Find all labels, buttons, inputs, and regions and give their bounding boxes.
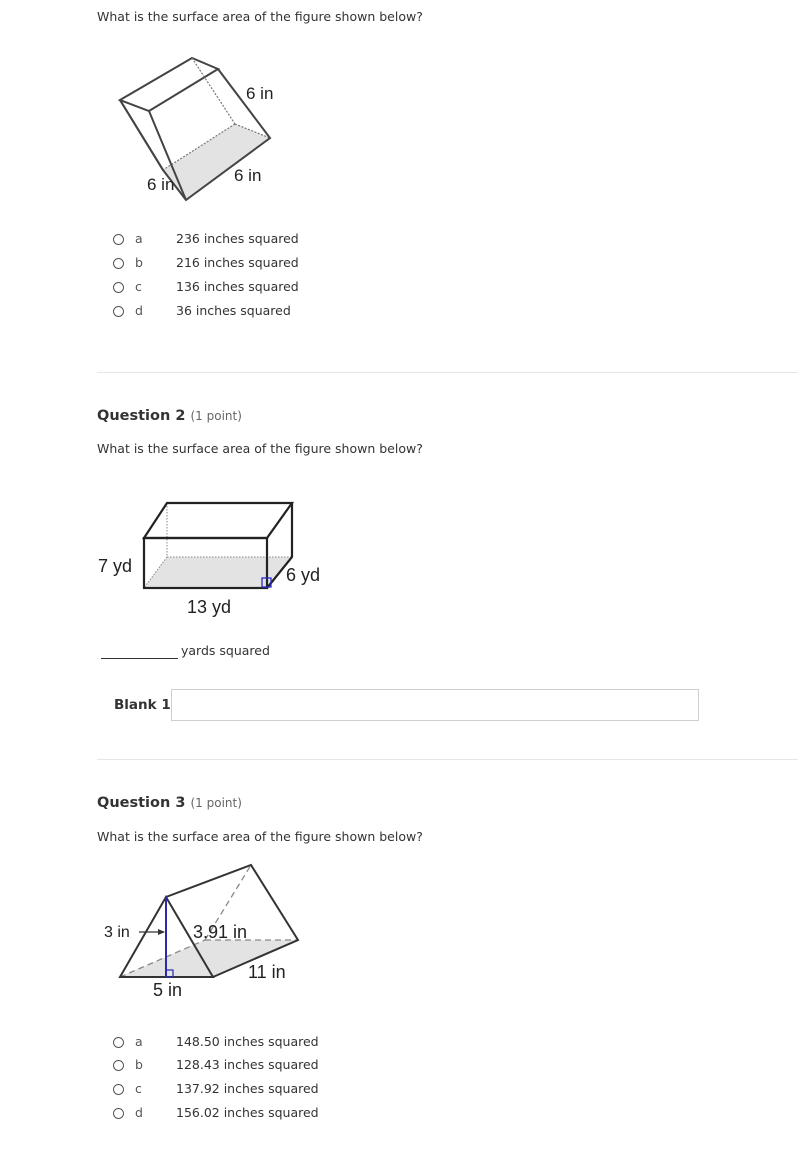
cube-label-right: 6 in — [246, 84, 273, 103]
option-c[interactable]: c 137.92 inches squared — [113, 1079, 319, 1099]
height-label: 3 in — [104, 924, 130, 941]
question-divider — [97, 759, 798, 760]
length-label: 11 in — [248, 962, 286, 982]
question-number: Question 3 — [97, 795, 186, 811]
option-letter: d — [135, 303, 143, 318]
triangular-prism-figure: 3 in 3.91 in 5 in 11 in — [104, 863, 300, 1000]
option-letter: a — [135, 1034, 143, 1049]
option-text: 216 inches squared — [176, 255, 299, 270]
question-points: (1 point) — [190, 409, 242, 423]
radio-button[interactable] — [113, 1083, 124, 1095]
option-text: 137.92 inches squared — [176, 1081, 319, 1096]
cube-figure: 6 in 6 in 6 in — [117, 56, 273, 202]
option-c[interactable]: c 136 inches squared — [113, 277, 299, 297]
option-letter: a — [135, 231, 143, 246]
option-text: 128.43 inches squared — [176, 1057, 319, 1072]
question-number: Question 2 — [97, 408, 186, 424]
option-text: 36 inches squared — [176, 303, 291, 318]
option-b[interactable]: b 128.43 inches squared — [113, 1055, 319, 1075]
width-label: 6 yd — [286, 565, 320, 585]
question-prompt: What is the surface area of the figure s… — [97, 829, 423, 844]
question-points: (1 point) — [190, 796, 242, 810]
option-text: 148.50 inches squared — [176, 1034, 319, 1049]
option-letter: b — [135, 1057, 143, 1072]
radio-button[interactable] — [113, 1036, 124, 1048]
radio-button[interactable] — [113, 281, 124, 293]
arrow-head — [158, 929, 165, 935]
radio-button[interactable] — [113, 257, 124, 269]
radio-button[interactable] — [113, 1059, 124, 1071]
radio-button[interactable] — [113, 233, 124, 245]
option-text: 156.02 inches squared — [176, 1105, 319, 1120]
option-d[interactable]: d 156.02 inches squared — [113, 1103, 319, 1123]
prism-top-face — [141, 501, 295, 540]
blank-1-label: Blank 1: — [114, 697, 177, 713]
question-title: Question 3 (1 point) — [97, 795, 242, 811]
blank-underline — [101, 658, 178, 659]
rectangular-prism-figure: 7 yd 13 yd 6 yd — [98, 501, 320, 617]
question-divider — [97, 372, 798, 373]
height-label: 7 yd — [98, 556, 132, 576]
option-text: 136 inches squared — [176, 279, 299, 294]
question-prompt: What is the surface area of the figure s… — [97, 441, 423, 456]
cube-left-edge — [119, 99, 164, 171]
option-letter: b — [135, 255, 143, 270]
question-title: Question 2 (1 point) — [97, 408, 242, 424]
cube-top-face — [117, 56, 221, 113]
cube-label-bottom-right: 6 in — [234, 166, 261, 185]
blank-1-input[interactable] — [171, 689, 699, 721]
cube-label-bottom-left: 6 in — [147, 175, 174, 194]
option-b[interactable]: b 216 inches squared — [113, 253, 299, 273]
option-letter: c — [135, 1081, 142, 1096]
fill-in-suffix: yards squared — [181, 643, 270, 658]
length-label: 13 yd — [187, 597, 231, 617]
option-a[interactable]: a 236 inches squared — [113, 229, 299, 249]
slant-label: 3.91 in — [193, 922, 247, 942]
option-text: 236 inches squared — [176, 231, 299, 246]
radio-button[interactable] — [113, 1107, 124, 1119]
option-a[interactable]: a 148.50 inches squared — [113, 1032, 319, 1052]
option-letter: c — [135, 279, 142, 294]
option-d[interactable]: d 36 inches squared — [113, 301, 291, 321]
base-label: 5 in — [153, 980, 182, 1000]
radio-button[interactable] — [113, 305, 124, 317]
question-prompt: What is the surface area of the figure s… — [97, 9, 423, 24]
option-letter: d — [135, 1105, 143, 1120]
